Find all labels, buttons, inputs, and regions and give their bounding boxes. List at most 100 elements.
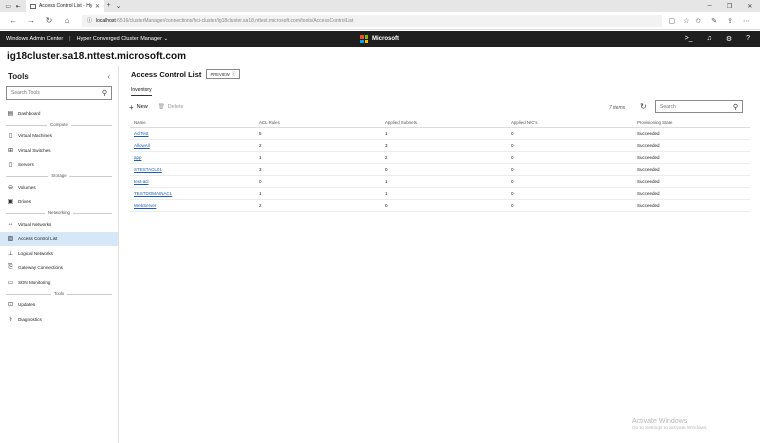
action-bar: +New 🗑Delete 7 items ↻ ⚲	[129, 100, 749, 114]
acl-link[interactable]: AllowAll	[134, 143, 150, 148]
cell-applied-subnets: 1	[381, 175, 507, 188]
table-search-input[interactable]	[660, 103, 733, 110]
volume-icon: ⊖	[7, 184, 14, 191]
sidebar-item-servers[interactable]: ▯ Servers	[0, 158, 118, 173]
cell-name[interactable]: AllowAll	[130, 139, 255, 152]
new-tab-icon[interactable]: +	[107, 2, 111, 10]
back-icon[interactable]: ←	[4, 16, 22, 25]
activation-watermark: Activate Windows Go to Settings to activ…	[632, 418, 708, 431]
table-row[interactable]: app 1 2 0 Succeeded	[130, 151, 750, 164]
gear-icon[interactable]: ⚙	[726, 35, 732, 43]
acl-link[interactable]: STESTACL01	[134, 167, 162, 172]
tools-sidebar: Tools ‹ ⚲ ▤Dashboard Compute ▯Virtual Ma…	[0, 66, 119, 443]
items-count: 7 items	[609, 105, 626, 111]
sidebar-item-updates[interactable]: ⊡ Updates	[0, 298, 118, 313]
bell-icon[interactable]: ♫	[707, 35, 712, 43]
acl-link[interactable]: TESTDOMAINACL	[134, 191, 172, 196]
preview-badge[interactable]: PREVIEW ⓘ	[206, 69, 240, 79]
maximize-icon[interactable]: ❐	[727, 3, 732, 10]
star-icon[interactable]: ☆	[683, 17, 689, 25]
acl-link[interactable]: app	[134, 155, 142, 160]
sidebar-title: Tools	[8, 71, 29, 81]
share-icon[interactable]: ⇪	[727, 17, 733, 25]
product-name[interactable]: Windows Admin Center	[6, 36, 63, 42]
cell-applied-nics: 0	[507, 151, 633, 164]
more-icon[interactable]: ⋯	[743, 17, 750, 25]
cell-name[interactable]: AclTest	[130, 127, 255, 140]
table-row[interactable]: WebServer 2 0 0 Succeeded	[130, 199, 750, 212]
column-header-provisioning-state[interactable]: Provisioning State	[633, 118, 750, 128]
refresh-list-icon[interactable]: ↻	[640, 102, 647, 111]
acl-link[interactable]: WebServer	[134, 203, 156, 208]
cell-name[interactable]: TESTDOMAINACL	[130, 187, 255, 200]
table-row[interactable]: test-acl 0 1 0 Succeeded	[130, 175, 750, 188]
terminal-icon[interactable]: >_	[685, 35, 693, 43]
cell-name[interactable]: WebServer	[130, 199, 255, 212]
column-header-applied-nics[interactable]: Applied NIC's	[507, 118, 633, 128]
cell-applied-subnets: 0	[381, 163, 507, 176]
search-icon[interactable]: ⚲	[733, 103, 738, 111]
server-icon: ▯	[8, 162, 13, 169]
delete-button[interactable]: 🗑 Delete	[158, 104, 184, 110]
cell-name[interactable]: test-acl	[130, 175, 255, 188]
help-icon[interactable]: ?	[746, 35, 750, 43]
sidebar-item-gateway-connections[interactable]: ⎘ Gateway Connections	[0, 261, 118, 276]
cell-provisioning-state: Succeeded	[633, 139, 750, 152]
browser-tab[interactable]: Access Control List - Hy ✕	[26, 0, 104, 12]
close-tab-icon[interactable]: ✕	[95, 3, 100, 10]
column-header-name[interactable]: Name	[130, 118, 255, 128]
cell-name[interactable]: STESTACL01	[130, 163, 255, 176]
cell-applied-subnets: 0	[381, 199, 507, 212]
url-field[interactable]: ⓘ localhost:6516/clusterManager/connecti…	[82, 14, 663, 27]
context-switcher[interactable]: Hyper Converged Cluster Manager ⌄	[77, 36, 168, 42]
tab-back-icon[interactable]: ⇤	[16, 3, 21, 10]
column-header-acl-rules[interactable]: ACL Rules	[255, 118, 381, 128]
table-row[interactable]: AclTest 5 1 0 Succeeded	[130, 127, 750, 140]
acl-table: Name ACL Rules Applied Subnets Applied N…	[130, 118, 750, 212]
table-row[interactable]: AllowAll 2 3 0 Succeeded	[130, 139, 750, 152]
search-icon[interactable]: ⚲	[102, 89, 107, 97]
new-button[interactable]: + New	[129, 103, 148, 112]
acl-link[interactable]: AclTest	[134, 131, 149, 136]
sidebar-item-volumes[interactable]: ⊖ Volumes	[0, 180, 118, 195]
table-row[interactable]: TESTDOMAINACL 1 1 0 Succeeded	[130, 187, 750, 200]
sidebar-item-drives[interactable]: ▣ Drives	[0, 195, 118, 210]
cell-acl-rules: 1	[255, 151, 381, 164]
table-row[interactable]: STESTACL01 3 0 0 Succeeded	[130, 163, 750, 176]
cell-provisioning-state: Succeeded	[633, 187, 750, 200]
group-networking: Networking	[6, 209, 112, 217]
forward-icon[interactable]: →	[22, 16, 40, 25]
collapse-chevron-icon[interactable]: ‹	[107, 72, 110, 81]
group-storage: Storage	[6, 172, 112, 180]
home-icon[interactable]: ⌂	[58, 16, 76, 25]
sidebar-item-access-control-list[interactable]: ▨ Access Control List	[0, 231, 118, 246]
sidebar-item-virtual-networks[interactable]: ↔ Virtual Networks	[0, 217, 118, 232]
minimize-icon[interactable]: ─	[708, 3, 712, 10]
sidebar-item-diagnostics[interactable]: ⚕ Diagnostics	[0, 312, 118, 327]
sidebar-item-virtual-switches[interactable]: ⊞ Virtual Switches	[0, 143, 118, 158]
favorites-icon[interactable]: ✩	[695, 17, 701, 25]
sidebar-item-virtual-machines[interactable]: ▯ Virtual Machines	[0, 129, 118, 144]
tab-inventory[interactable]: Inventory	[131, 87, 152, 96]
acl-link[interactable]: test-acl	[134, 179, 149, 184]
column-header-applied-subnets[interactable]: Applied Subnets	[381, 118, 507, 128]
tools-search-input[interactable]	[11, 90, 102, 96]
sidebar-item-sdn-monitoring[interactable]: ▭ SDN Monitoring	[0, 275, 118, 290]
cell-acl-rules: 0	[255, 175, 381, 188]
browser-tab-title: Access Control List - Hy	[39, 3, 92, 9]
reading-view-icon[interactable]: ▢	[668, 17, 675, 25]
cell-name[interactable]: app	[130, 151, 255, 164]
sidebar-item-dashboard[interactable]: ▤ Dashboard	[0, 106, 118, 121]
cell-applied-nics: 0	[507, 139, 633, 152]
cell-provisioning-state: Succeeded	[633, 199, 750, 212]
main-content: Access Control List PREVIEW ⓘ Inventory +…	[129, 66, 751, 212]
cell-acl-rules: 2	[255, 139, 381, 152]
tab-preview-icon[interactable]: ▭	[5, 3, 11, 10]
url-actions: ▢ ☆	[668, 17, 689, 25]
close-window-icon[interactable]: ✕	[747, 3, 752, 10]
cell-applied-nics: 0	[507, 175, 633, 188]
sidebar-item-logical-networks[interactable]: ⊥ Logical Networks	[0, 246, 118, 261]
refresh-icon[interactable]: ↻	[40, 16, 58, 25]
notes-icon[interactable]: ✎	[711, 17, 717, 25]
tab-list-chevron-icon[interactable]: ⌄	[116, 2, 122, 10]
